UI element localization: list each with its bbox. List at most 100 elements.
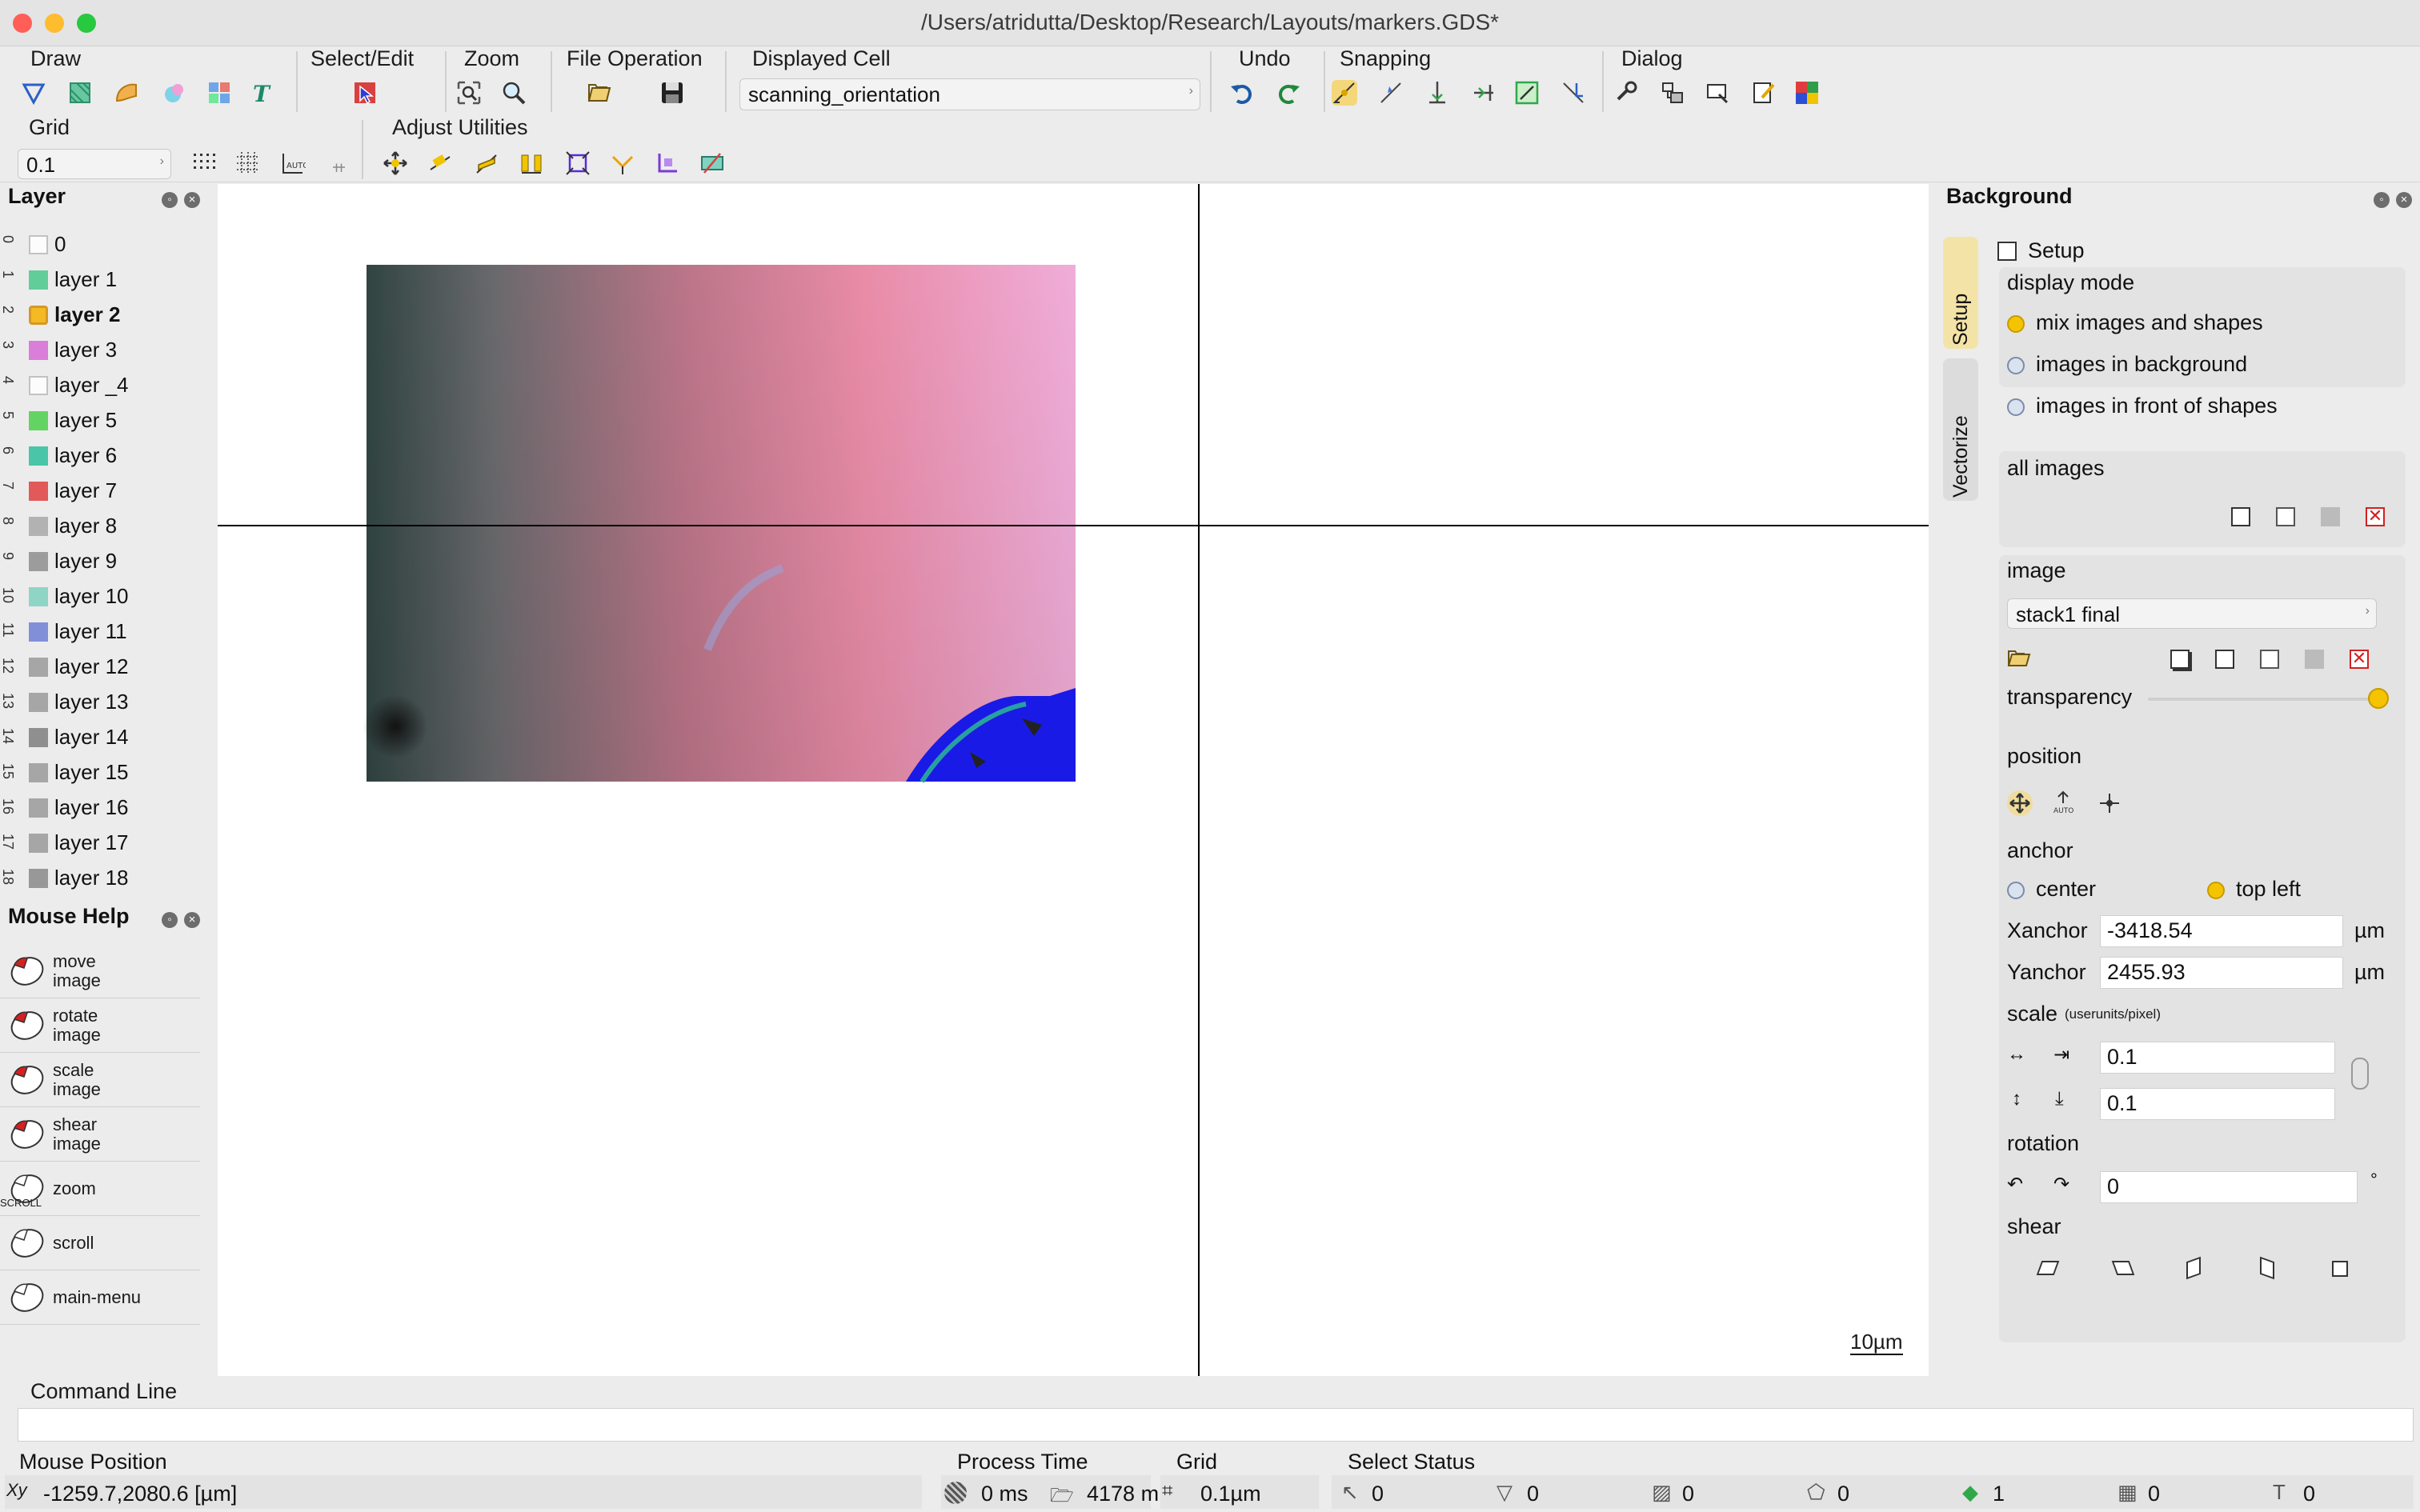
- layer-swatch-icon[interactable]: [29, 587, 48, 606]
- open-file-icon[interactable]: [587, 80, 613, 106]
- undo-icon[interactable]: [1229, 80, 1255, 106]
- mix-images-radio[interactable]: [2007, 315, 2025, 333]
- scale-lock-icon[interactable]: [2351, 1058, 2369, 1090]
- layer-swatch-icon[interactable]: [29, 834, 48, 853]
- draw-polyline-icon[interactable]: [114, 80, 139, 106]
- layer-swatch-icon[interactable]: [29, 763, 48, 782]
- layer-swatch-icon[interactable]: [29, 482, 48, 501]
- close-panel-icon[interactable]: ×: [184, 192, 200, 208]
- scale-utility-icon[interactable]: [565, 150, 591, 176]
- scale-y-input[interactable]: 0.1: [2100, 1088, 2335, 1120]
- scale-x-expand-icon[interactable]: ↔: [2007, 1043, 2026, 1066]
- grid-lines-icon[interactable]: [235, 150, 261, 176]
- snap-middle-icon[interactable]: [1471, 80, 1496, 106]
- layer-row[interactable]: 14 layer 14: [0, 720, 216, 755]
- settings-dialog-icon[interactable]: [1613, 80, 1639, 106]
- zoom-icon[interactable]: [501, 80, 527, 106]
- float-panel-icon[interactable]: ◦: [162, 192, 178, 208]
- draw-circle-icon[interactable]: [160, 80, 186, 106]
- distribute-utility-icon[interactable]: [519, 150, 544, 176]
- select-image-icon[interactable]: [2260, 650, 2279, 669]
- layer-row[interactable]: 18 layer 18: [0, 861, 216, 896]
- zoom-fit-icon[interactable]: [456, 80, 482, 106]
- move-utility-icon[interactable]: [383, 150, 408, 176]
- shear-reset-icon[interactable]: [2332, 1261, 2348, 1277]
- close-panel-icon[interactable]: ×: [184, 912, 200, 928]
- layer-row[interactable]: 5 layer 5: [0, 403, 216, 438]
- corner-utility-icon[interactable]: [655, 150, 680, 176]
- layer-swatch-icon[interactable]: [29, 270, 48, 290]
- hide-all-images-icon[interactable]: [2321, 507, 2340, 526]
- layer-swatch-icon[interactable]: [29, 869, 48, 888]
- tab-setup[interactable]: Setup: [1943, 237, 1978, 349]
- layer-row[interactable]: 00: [0, 227, 216, 262]
- scale-y-shrink-icon[interactable]: ⤓: [2055, 1088, 2064, 1110]
- save-file-icon[interactable]: [659, 80, 685, 106]
- layer-row[interactable]: 9 layer 9: [0, 544, 216, 579]
- images-front-radio[interactable]: [2007, 398, 2025, 416]
- layer-dialog-icon[interactable]: [1660, 80, 1685, 106]
- layer-swatch-icon[interactable]: [29, 446, 48, 466]
- grid-small-icon[interactable]: [328, 155, 347, 174]
- layer-swatch-icon[interactable]: [29, 376, 48, 395]
- anchor-center-radio[interactable]: [2007, 882, 2025, 899]
- scale-y-expand-icon[interactable]: ↕: [2012, 1088, 2021, 1110]
- trim-utility-icon[interactable]: [699, 150, 725, 176]
- layer-swatch-icon[interactable]: [29, 622, 48, 642]
- shear-down-icon[interactable]: [2260, 1256, 2274, 1280]
- layer-swatch-icon[interactable]: [29, 658, 48, 677]
- layer-row[interactable]: 3 layer 3: [0, 333, 216, 368]
- rotate-utility-icon[interactable]: [427, 150, 453, 176]
- scale-x-input[interactable]: 0.1: [2100, 1042, 2335, 1074]
- layer-swatch-icon[interactable]: [29, 728, 48, 747]
- draw-polygon-icon[interactable]: [21, 80, 46, 106]
- transparency-slider-handle[interactable]: [2368, 688, 2389, 709]
- edge-utility-icon[interactable]: [610, 150, 635, 176]
- hide-image-icon[interactable]: [2305, 650, 2324, 669]
- grid-select[interactable]: 0.1 ›: [18, 149, 171, 179]
- layer-swatch-icon[interactable]: [29, 411, 48, 430]
- anchor-top-left-radio[interactable]: [2207, 882, 2225, 899]
- layer-row[interactable]: 11 layer 11: [0, 614, 216, 650]
- layer-row[interactable]: 16 layer 16: [0, 790, 216, 826]
- rotate-ccw-icon[interactable]: ↶: [2007, 1173, 2023, 1196]
- layer-swatch-icon[interactable]: [29, 798, 48, 818]
- auto-position-icon[interactable]: AUTO: [2050, 790, 2076, 816]
- layer-row[interactable]: 12 layer 12: [0, 650, 216, 685]
- layer-row[interactable]: 7 layer 7: [0, 474, 216, 509]
- close-panel-icon[interactable]: ×: [2396, 192, 2412, 208]
- select-edit-icon[interactable]: [352, 80, 378, 106]
- load-image-icon[interactable]: [2007, 645, 2033, 670]
- edit-dialog-icon[interactable]: [1751, 80, 1777, 106]
- delete-image-icon[interactable]: ✕: [2350, 650, 2369, 669]
- layer-row[interactable]: 13 layer 13: [0, 685, 216, 720]
- snap-box-icon[interactable]: [1514, 80, 1540, 106]
- image-select[interactable]: stack1 final ›: [2007, 598, 2377, 629]
- draw-text-icon[interactable]: T: [248, 80, 274, 106]
- grid-auto-icon[interactable]: AUTO: [280, 150, 306, 176]
- command-line-input[interactable]: [18, 1408, 2414, 1442]
- shear-left-icon[interactable]: [2036, 1261, 2060, 1275]
- yanchor-input[interactable]: 2455.93: [2100, 957, 2343, 989]
- layer-row[interactable]: 1 layer 1: [0, 262, 216, 298]
- displayed-cell-select[interactable]: scanning_orientation ›: [739, 78, 1200, 110]
- snap-point-icon[interactable]: [1378, 80, 1404, 106]
- show-all-images-icon[interactable]: [2231, 507, 2250, 526]
- layer-row[interactable]: 15 layer 15: [0, 755, 216, 790]
- layer-row[interactable]: 10 layer 10: [0, 579, 216, 614]
- layer-swatch-icon[interactable]: [29, 552, 48, 571]
- rotate-cw-icon[interactable]: ↷: [2053, 1173, 2069, 1196]
- layer-swatch-icon[interactable]: [29, 517, 48, 536]
- images-background-radio[interactable]: [2007, 357, 2025, 374]
- scale-x-shrink-icon[interactable]: ⇥: [2053, 1043, 2069, 1066]
- cell-dialog-icon[interactable]: [1705, 80, 1730, 106]
- float-panel-icon[interactable]: ◦: [2374, 192, 2390, 208]
- layer-swatch-icon[interactable]: [29, 341, 48, 360]
- rotation-input[interactable]: 0: [2100, 1171, 2358, 1203]
- layer-row[interactable]: 6 layer 6: [0, 438, 216, 474]
- draw-box-icon[interactable]: [67, 80, 93, 106]
- tab-vectorize[interactable]: Vectorize: [1943, 358, 1978, 501]
- shear-right-icon[interactable]: [2111, 1261, 2135, 1275]
- duplicate-image-icon[interactable]: [2170, 650, 2190, 669]
- transparency-slider[interactable]: [2148, 688, 2389, 709]
